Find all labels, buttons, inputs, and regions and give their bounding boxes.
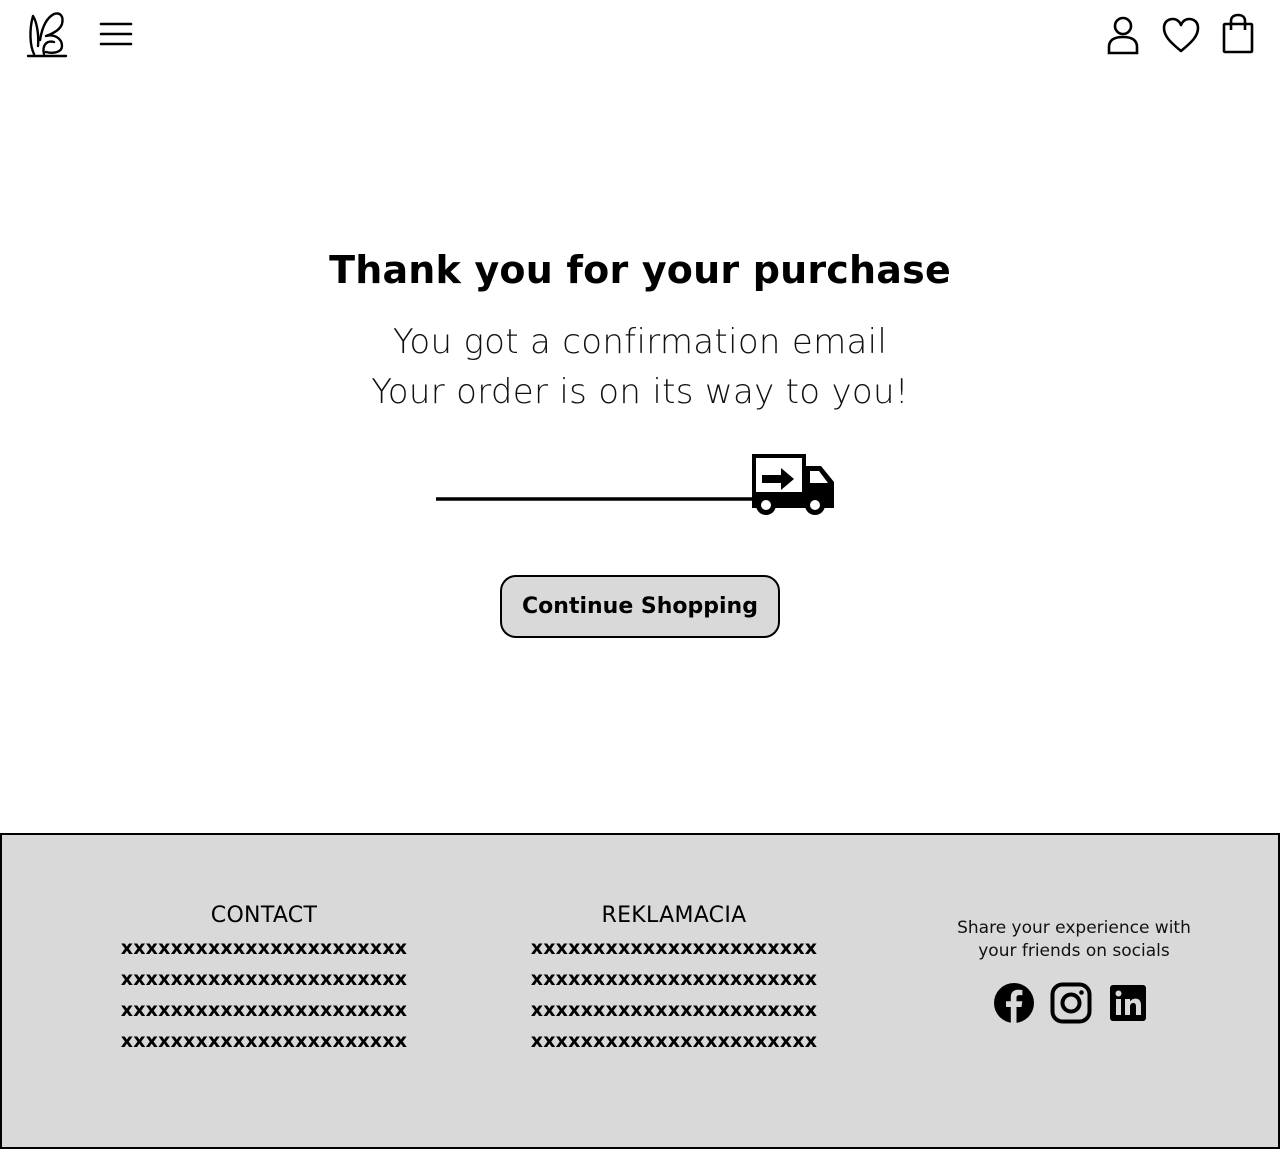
user-icon[interactable]	[1102, 14, 1144, 56]
hamburger-menu-icon[interactable]	[96, 16, 136, 52]
facebook-icon[interactable]	[992, 981, 1036, 1025]
instagram-icon[interactable]	[1049, 981, 1093, 1025]
site-footer: CONTACT xxxxxxxxxxxxxxxxxxxxxxx xxxxxxxx…	[0, 833, 1280, 1149]
reklamacia-line: xxxxxxxxxxxxxxxxxxxxxxx	[530, 1030, 818, 1052]
social-links	[992, 981, 1162, 1025]
delivery-progress	[436, 446, 840, 522]
reklamacia-line: xxxxxxxxxxxxxxxxxxxxxxx	[530, 937, 818, 959]
site-header	[0, 0, 1280, 72]
share-text: Share your experience with your friends …	[932, 917, 1216, 963]
continue-shopping-button[interactable]: Continue Shopping	[500, 575, 780, 638]
heart-icon[interactable]	[1160, 14, 1202, 56]
share-text-line: your friends on socials	[978, 941, 1170, 961]
linkedin-icon[interactable]	[1106, 981, 1150, 1025]
share-text-line: Share your experience with	[957, 918, 1191, 938]
reklamacia-section: REKLAMACIA xxxxxxxxxxxxxxxxxxxxxxx xxxxx…	[514, 899, 834, 1057]
shopping-bag-icon[interactable]	[1218, 12, 1258, 56]
order-on-way-text: Your order is on its way to you!	[371, 372, 909, 412]
reklamacia-line: xxxxxxxxxxxxxxxxxxxxxxx	[530, 999, 818, 1021]
delivery-truck-icon	[752, 454, 834, 515]
page-title: Thank you for your purchase	[329, 248, 951, 292]
contact-line: xxxxxxxxxxxxxxxxxxxxxxx	[120, 999, 408, 1021]
confirmation-email-text: You got a confirmation email	[392, 322, 888, 362]
contact-title: CONTACT	[210, 903, 318, 928]
contact-section: CONTACT xxxxxxxxxxxxxxxxxxxxxxx xxxxxxxx…	[104, 899, 424, 1057]
contact-line: xxxxxxxxxxxxxxxxxxxxxxx	[120, 968, 408, 990]
order-confirmation-page: Thank you for your purchase You got a co…	[0, 0, 1280, 1149]
contact-line: xxxxxxxxxxxxxxxxxxxxxxx	[120, 937, 408, 959]
reklamacia-title: REKLAMACIA	[601, 903, 747, 928]
logo-icon[interactable]	[24, 10, 72, 60]
contact-line: xxxxxxxxxxxxxxxxxxxxxxx	[120, 1030, 408, 1052]
reklamacia-line: xxxxxxxxxxxxxxxxxxxxxxx	[530, 968, 818, 990]
